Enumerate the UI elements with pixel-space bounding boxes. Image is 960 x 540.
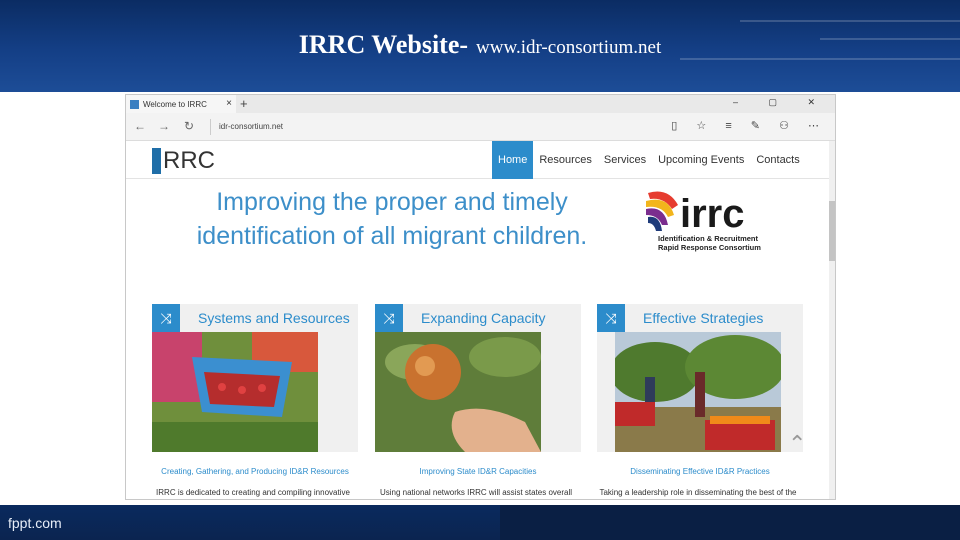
apple-picking-photo [375, 332, 541, 452]
logo-text: RRC [163, 147, 215, 174]
url-field[interactable]: idr-consortium.net [210, 119, 680, 135]
card-description: Using national networks IRRC will assist… [379, 488, 573, 497]
site-logo[interactable]: RRC [152, 147, 215, 175]
menu-item-home[interactable]: Home [492, 141, 534, 179]
scroll-thumb[interactable] [829, 201, 835, 261]
tab-bar: Welcome to IRRC × + – ▢ ✕ [126, 95, 835, 113]
hero-line-2: identification of all migrant children. [196, 222, 588, 250]
card-caption[interactable]: Improving State ID&R Capacities [375, 467, 581, 476]
logo-bar [152, 148, 161, 174]
logo-word: irrc [680, 192, 745, 236]
logo-subtitle-2: Rapid Response Consortium [658, 243, 761, 252]
card-description: Taking a leadership role in disseminatin… [599, 488, 797, 497]
card-description: IRRC is dedicated to creating and compil… [156, 488, 350, 497]
browser-toolbar-icons[interactable]: ▯ ☆ ≡ ✎ ⚇ ⋯ [671, 119, 827, 132]
tab-title: Welcome to IRRC [143, 99, 207, 109]
site-navbar: RRC Home Resources Services Upcoming Eve… [126, 141, 831, 179]
card-title[interactable]: Systems and Resources [198, 310, 350, 326]
card-caption[interactable]: Creating, Gathering, and Producing ID&R … [152, 467, 358, 476]
hero-line-1: Improving the proper and timely [216, 188, 568, 216]
slide-title-url: www.idr-consortium.net [476, 37, 662, 58]
address-bar: ← → ↻ idr-consortium.net ▯ ☆ ≡ ✎ ⚇ ⋯ [126, 113, 835, 141]
new-tab-button[interactable]: + [240, 96, 248, 111]
footer-brand: fppt.com [8, 515, 62, 531]
forward-arrow-icon[interactable]: → [158, 119, 170, 133]
orange-harvest-photo [615, 332, 781, 452]
browser-tab[interactable]: Welcome to IRRC × [126, 95, 236, 113]
slide-title-main: IRRC Website- [298, 30, 469, 59]
strawberry-basket-photo [152, 332, 318, 452]
logo-subtitle-1: Identification & Recruitment [658, 234, 759, 243]
card-expanding-capacity[interactable]: ⤨ Expanding Capacity [375, 304, 581, 452]
menu-item-resources[interactable]: Resources [533, 141, 598, 179]
close-tab-icon[interactable]: × [226, 98, 232, 109]
back-arrow-icon[interactable]: ← [134, 119, 146, 133]
card-effective-strategies[interactable]: ⤨ Effective Strategies [597, 304, 803, 452]
card-systems-resources[interactable]: ⤨ Systems and Resources [152, 304, 358, 452]
irrc-logo-image: irrc Identification & Recruitment Rapid … [646, 191, 761, 252]
card-title[interactable]: Expanding Capacity [421, 310, 546, 326]
window-controls[interactable]: – ▢ ✕ [733, 97, 829, 108]
scroll-to-top-icon[interactable]: ⌃ [788, 431, 806, 457]
main-menu: Home Resources Services Upcoming Events … [492, 141, 806, 179]
card-header: ⤨ Effective Strategies [597, 304, 803, 332]
page-scrollbar[interactable] [829, 141, 835, 499]
shuffle-icon: ⤨ [597, 304, 625, 332]
menu-item-services[interactable]: Services [598, 141, 652, 179]
slide-title: IRRC Website- www.idr-consortium.net [0, 30, 960, 60]
decor-streak [740, 20, 960, 22]
card-caption[interactable]: Disseminating Effective ID&R Practices [597, 467, 803, 476]
refresh-icon[interactable]: ↻ [184, 119, 194, 133]
website-content: RRC Home Resources Services Upcoming Eve… [126, 141, 835, 499]
menu-item-upcoming-events[interactable]: Upcoming Events [652, 141, 750, 179]
footer-dark-bar [500, 505, 960, 540]
shuffle-icon: ⤨ [375, 304, 403, 332]
card-title[interactable]: Effective Strategies [643, 310, 763, 326]
shuffle-icon: ⤨ [152, 304, 180, 332]
card-header: ⤨ Systems and Resources [152, 304, 358, 332]
favicon-icon [130, 99, 139, 109]
card-header: ⤨ Expanding Capacity [375, 304, 581, 332]
slide-header: IRRC Website- www.idr-consortium.net [0, 0, 960, 92]
menu-item-contacts[interactable]: Contacts [750, 141, 805, 179]
hero-headline: Improving the proper and timely identifi… [152, 185, 632, 253]
browser-window: Welcome to IRRC × + – ▢ ✕ ← → ↻ idr-cons… [125, 94, 836, 500]
slide-footer: fppt.com [0, 505, 960, 540]
